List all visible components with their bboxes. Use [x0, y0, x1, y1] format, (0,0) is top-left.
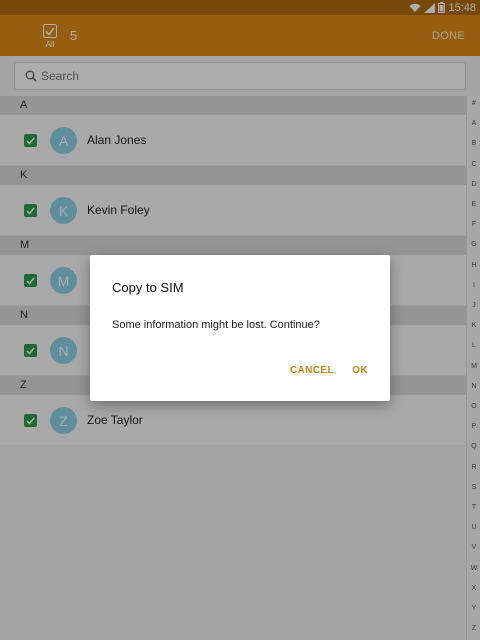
ok-button[interactable]: OK: [352, 365, 368, 376]
copy-to-sim-dialog: Copy to SIM Some information might be lo…: [90, 255, 390, 401]
dialog-message: Some information might be lost. Continue…: [112, 319, 320, 331]
cancel-button[interactable]: CANCEL: [290, 365, 334, 376]
dialog-title: Copy to SIM: [112, 280, 184, 295]
